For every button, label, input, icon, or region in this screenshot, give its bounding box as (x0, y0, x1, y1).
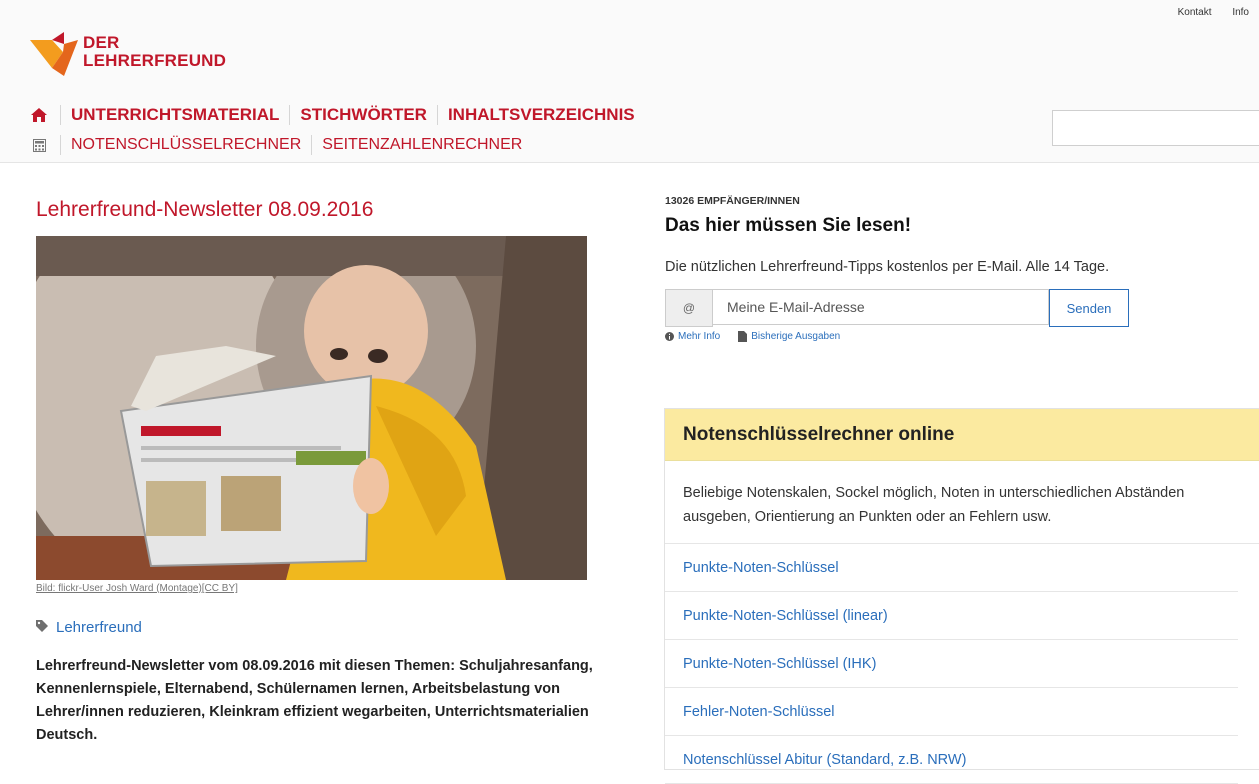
panel-title: Notenschlüsselrechner online (665, 409, 1259, 461)
more-info-label: Mehr Info (678, 331, 721, 342)
site-header: Kontakt Info DER LEHRERFREUND UNTERRICHT… (0, 0, 1259, 163)
nav-seitenzahlenrechner[interactable]: SEITENZAHLENRECHNER (311, 135, 532, 155)
newsletter-form: @ Senden (665, 289, 1139, 327)
more-info-link[interactable]: Mehr Info (665, 331, 720, 342)
search-input[interactable] (1052, 110, 1259, 146)
email-field[interactable] (713, 289, 1049, 325)
send-button[interactable]: Senden (1049, 289, 1129, 327)
article-title: Lehrerfreund-Newsletter 08.09.2016 (36, 198, 374, 221)
logo-line-2: LEHRERFREUND (83, 51, 227, 70)
at-icon: @ (665, 289, 713, 327)
newsletter-description: Die nützlichen Lehrerfreund-Tipps kosten… (665, 259, 1110, 275)
newsletter-links: Mehr Info Bisherige Ausgaben (665, 331, 858, 342)
calculator-icon (30, 136, 48, 154)
past-issues-label: Bisherige Ausgaben (751, 331, 841, 342)
tag-icon (36, 619, 48, 636)
link-fehler-noten[interactable]: Fehler-Noten-Schlüssel (665, 688, 1238, 736)
link-punkte-noten-ihk[interactable]: Punkte-Noten-Schlüssel (IHK) (665, 640, 1238, 688)
calculator-link-list: Punkte-Noten-Schlüssel Punkte-Noten-Schl… (665, 544, 1259, 784)
newsletter-heading: Das hier müssen Sie lesen! (665, 215, 912, 236)
info-icon (665, 332, 674, 341)
nav-unterrichtsmaterial[interactable]: UNTERRICHTSMATERIAL (60, 105, 289, 125)
top-links: Kontakt Info (1160, 7, 1249, 18)
info-link[interactable]: Info (1232, 7, 1249, 18)
link-punkte-noten[interactable]: Punkte-Noten-Schlüssel (665, 544, 1238, 592)
article-image (36, 236, 587, 580)
past-issues-link[interactable]: Bisherige Ausgaben (738, 331, 840, 342)
tag-label: Lehrerfreund (56, 619, 142, 636)
recipient-count: 13026 EMPFÄNGER/INNEN (665, 195, 800, 207)
article-summary: Lehrerfreund-Newsletter vom 08.09.2016 m… (36, 658, 593, 743)
nav-stichwoerter[interactable]: STICHWÖRTER (289, 105, 437, 125)
link-punkte-noten-linear[interactable]: Punkte-Noten-Schlüssel (linear) (665, 592, 1238, 640)
calculator-panel: Notenschlüsselrechner online Beliebige N… (664, 408, 1259, 784)
home-icon[interactable] (30, 106, 48, 124)
site-logo[interactable]: DER LEHRERFREUND (30, 32, 270, 78)
nav-inhaltsverzeichnis[interactable]: INHALTSVERZEICHNIS (436, 105, 645, 125)
document-icon (738, 331, 748, 342)
logo-mark-icon (30, 32, 78, 76)
secondary-nav: NOTENSCHLÜSSELRECHNER SEITENZAHLENRECHNE… (30, 134, 532, 156)
panel-description: Beliebige Notenskalen, Sockel möglich, N… (665, 461, 1259, 544)
image-caption[interactable]: Bild: flickr-User Josh Ward (Montage)[CC… (36, 583, 238, 594)
contact-link[interactable]: Kontakt (1178, 7, 1212, 18)
link-abitur[interactable]: Notenschlüssel Abitur (Standard, z.B. NR… (665, 736, 1238, 784)
article-tag[interactable]: Lehrerfreund (36, 619, 142, 636)
nav-notenschluesselrechner[interactable]: NOTENSCHLÜSSELRECHNER (60, 135, 311, 155)
primary-nav: UNTERRICHTSMATERIAL STICHWÖRTER INHALTSV… (30, 104, 645, 126)
logo-line-1: DER (83, 33, 120, 52)
